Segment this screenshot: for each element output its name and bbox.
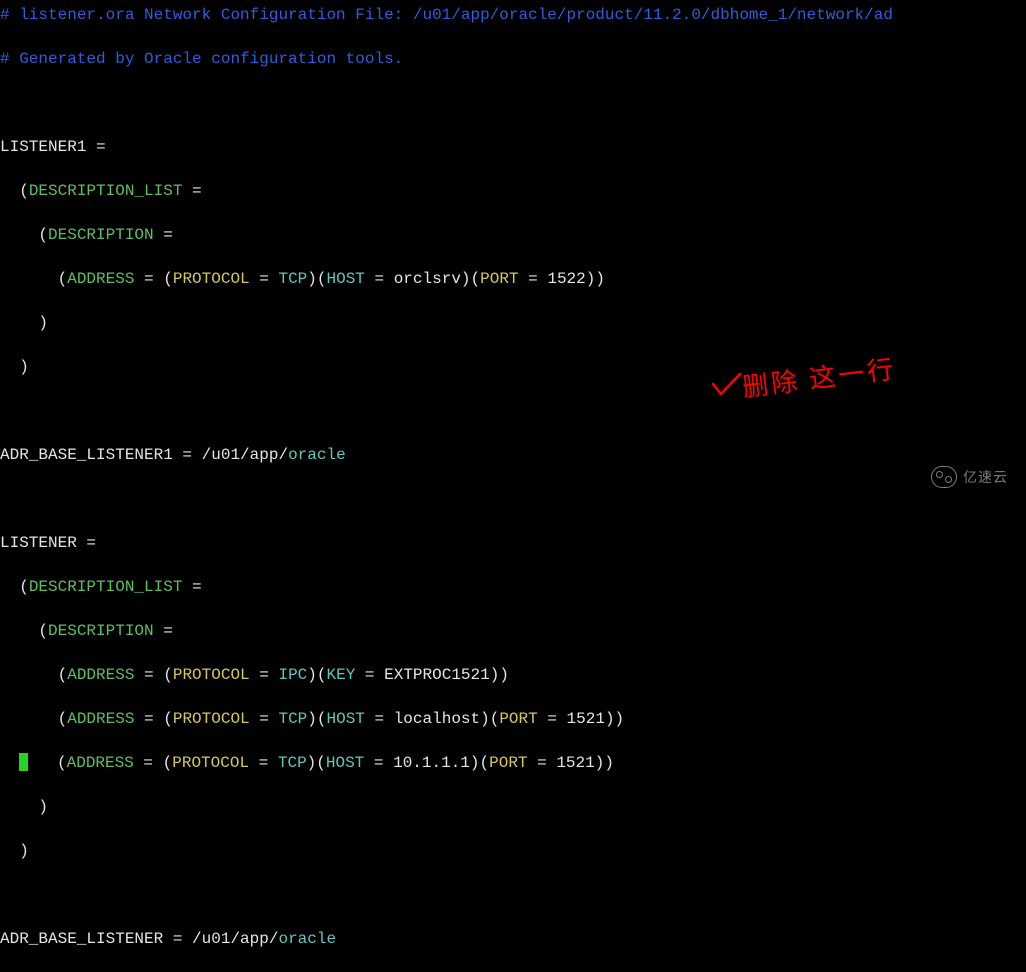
desc-open: (DESCRIPTION = [0, 224, 1026, 246]
address-line: (ADDRESS = (PROTOCOL = TCP)(HOST = local… [0, 708, 1026, 730]
watermark-icon [931, 466, 957, 488]
annotation-checkmark [710, 370, 746, 400]
listener1-header: LISTENER1 = [0, 136, 1026, 158]
terminal-editor[interactable]: # listener.ora Network Configuration Fil… [0, 4, 1026, 972]
watermark-text: 亿速云 [963, 466, 1008, 488]
address-line: (ADDRESS = (PROTOCOL = TCP)(HOST = orcls… [0, 268, 1026, 290]
desc-open: (DESCRIPTION = [0, 620, 1026, 642]
address-line-cursor: (ADDRESS = (PROTOCOL = TCP)(HOST = 10.1.… [0, 752, 1026, 774]
close-paren: ) [0, 356, 1026, 378]
comment-line: # Generated by Oracle configuration tool… [0, 48, 1026, 70]
comment-line: # listener.ora Network Configuration Fil… [0, 4, 1026, 26]
cursor [19, 753, 28, 771]
desc-list-open: (DESCRIPTION_LIST = [0, 576, 1026, 598]
desc-list-open: (DESCRIPTION_LIST = [0, 180, 1026, 202]
close-paren: ) [0, 840, 1026, 862]
close-paren: ) [0, 312, 1026, 334]
adr-base-line: ADR_BASE_LISTENER = /u01/app/oracle [0, 928, 1026, 950]
adr-base-line: ADR_BASE_LISTENER1 = /u01/app/oracle [0, 444, 1026, 466]
address-line: (ADDRESS = (PROTOCOL = IPC)(KEY = EXTPRO… [0, 664, 1026, 686]
watermark: 亿速云 [931, 466, 1008, 488]
close-paren: ) [0, 796, 1026, 818]
listener-header: LISTENER = [0, 532, 1026, 554]
blank-line [0, 400, 1026, 422]
blank-line [0, 488, 1026, 510]
blank-line [0, 92, 1026, 114]
blank-line [0, 884, 1026, 906]
